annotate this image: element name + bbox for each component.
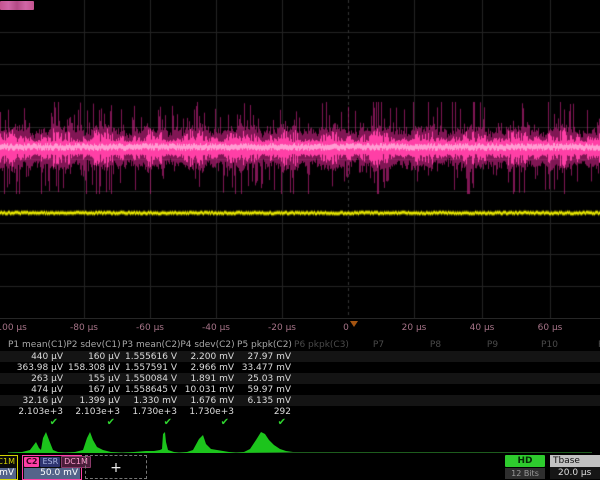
bottom-toolbar: DC1M 10.0 mV C2 ESR DC1M 50.0 mV + HD 12… (0, 454, 600, 480)
measure-value: 33.477 mV (236, 363, 291, 373)
c2-vdiv-value: 50.0 mV (24, 468, 80, 479)
measure-value: 1.730e+3 (179, 407, 234, 417)
measure-status-check-icon: ✔ (122, 417, 172, 428)
measure-value: 440 µV (8, 352, 63, 362)
measure-value: 59.97 mV (236, 385, 291, 395)
axis-tick-label: 0 (343, 323, 349, 333)
measure-value: 1.555616 V (122, 352, 177, 362)
measure-value: 1.330 mV (122, 396, 177, 406)
c2-channel-badge: C2 (24, 457, 39, 467)
measure-histicon-p5[interactable] (236, 430, 293, 454)
measure-value: 25.03 mV (236, 374, 291, 384)
measure-value: 1.550084 V (122, 374, 177, 384)
oscilloscope-screen: -100 µs -80 µs -60 µs -40 µs -20 µs 0 20 µs 40 … (0, 0, 600, 480)
measure-value: 2.103e+3 (65, 407, 120, 417)
axis-tick-label: -60 µs (136, 323, 164, 333)
measure-value: 263 µV (8, 374, 63, 384)
c2-eres-badge: ESR (40, 457, 60, 467)
axis-tick-label: 40 µs (470, 323, 495, 333)
measure-histicon-p2[interactable] (65, 430, 122, 454)
measure-status-check-icon: ✔ (8, 417, 58, 428)
measure-value: 167 µV (65, 385, 120, 395)
measure-header: P4 sdev(C2) (179, 340, 236, 350)
trigger-position-icon[interactable] (350, 321, 358, 327)
measure-value: 363.98 µV (8, 363, 63, 373)
measure-header: P11 (578, 340, 600, 350)
axis-tick-label: -40 µs (202, 323, 230, 333)
histicon-strip (0, 430, 600, 454)
measure-value: 1.730e+3 (122, 407, 177, 417)
add-trace-button[interactable]: + (85, 455, 147, 479)
measure-histicon-p1[interactable] (8, 430, 65, 454)
tbase-value: 20.0 µs (550, 467, 600, 479)
measure-status-check-icon: ✔ (179, 417, 229, 428)
timebase-descriptor[interactable]: Tbase 20.0 µs (550, 455, 600, 480)
timebase-axis: -100 µs -80 µs -60 µs -40 µs -20 µs 0 20 µs 40 … (0, 318, 600, 339)
measure-value: 1.891 mV (179, 374, 234, 384)
measure-value: 1.399 µV (65, 396, 120, 406)
measure-value: 292 (236, 407, 291, 417)
measure-header: P5 pkpk(C2) (236, 340, 293, 350)
measure-value: 10.031 mV (179, 385, 234, 395)
measure-header: P6 pkpk(C3) (293, 340, 350, 350)
measure-value: 474 µV (8, 385, 63, 395)
measure-header: P9 (464, 340, 521, 350)
c1-coupling-label: DC1M (0, 457, 15, 466)
measure-value: 2.200 mV (179, 352, 234, 362)
measure-status-check-icon: ✔ (236, 417, 286, 428)
measure-value: 6.135 mV (236, 396, 291, 406)
measure-value: 2.966 mV (179, 363, 234, 373)
axis-tick-label: -100 µs (0, 323, 27, 333)
hd-bits-label: 12 Bits (505, 468, 545, 479)
tbase-label: Tbase (550, 455, 600, 467)
measure-value: 2.103e+3 (8, 407, 63, 417)
measure-header: P3 mean(C2) (122, 340, 179, 350)
axis-tick-label: 60 µs (538, 323, 563, 333)
channel-c1-descriptor[interactable]: DC1M 10.0 mV (0, 455, 18, 480)
measure-header: P2 sdev(C1) (65, 340, 122, 350)
measure-value: 27.97 mV (236, 352, 291, 362)
measure-value: 160 µV (65, 352, 120, 362)
measure-value: 1.558645 V (122, 385, 177, 395)
axis-tick-label: -80 µs (70, 323, 98, 333)
measure-value: 1.676 mV (179, 396, 234, 406)
measure-histicon-p4[interactable] (179, 430, 236, 454)
annotation-badge (0, 1, 34, 10)
measure-table: P1 mean(C1) 440 µV363.98 µV263 µV474 µV32… (0, 338, 600, 430)
measure-status-check-icon: ✔ (65, 417, 115, 428)
c1-vdiv-value: 10.0 mV (0, 468, 16, 479)
measure-header: P1 mean(C1) (8, 340, 65, 350)
measure-header: P10 (521, 340, 578, 350)
measure-value: 158.308 µV (65, 363, 120, 373)
measure-histicon-p3[interactable] (122, 430, 179, 454)
measure-value: 32.16 µV (8, 396, 63, 406)
measure-header: P7 (350, 340, 407, 350)
channel-c2-descriptor[interactable]: C2 ESR DC1M 50.0 mV (22, 455, 82, 480)
hd-mode-badge[interactable]: HD (505, 455, 545, 467)
waveform-graticule[interactable] (0, 0, 600, 318)
measure-value: 155 µV (65, 374, 120, 384)
axis-tick-label: 20 µs (402, 323, 427, 333)
axis-tick-label: -20 µs (268, 323, 296, 333)
measure-header: P8 (407, 340, 464, 350)
measure-value: 1.557591 V (122, 363, 177, 373)
